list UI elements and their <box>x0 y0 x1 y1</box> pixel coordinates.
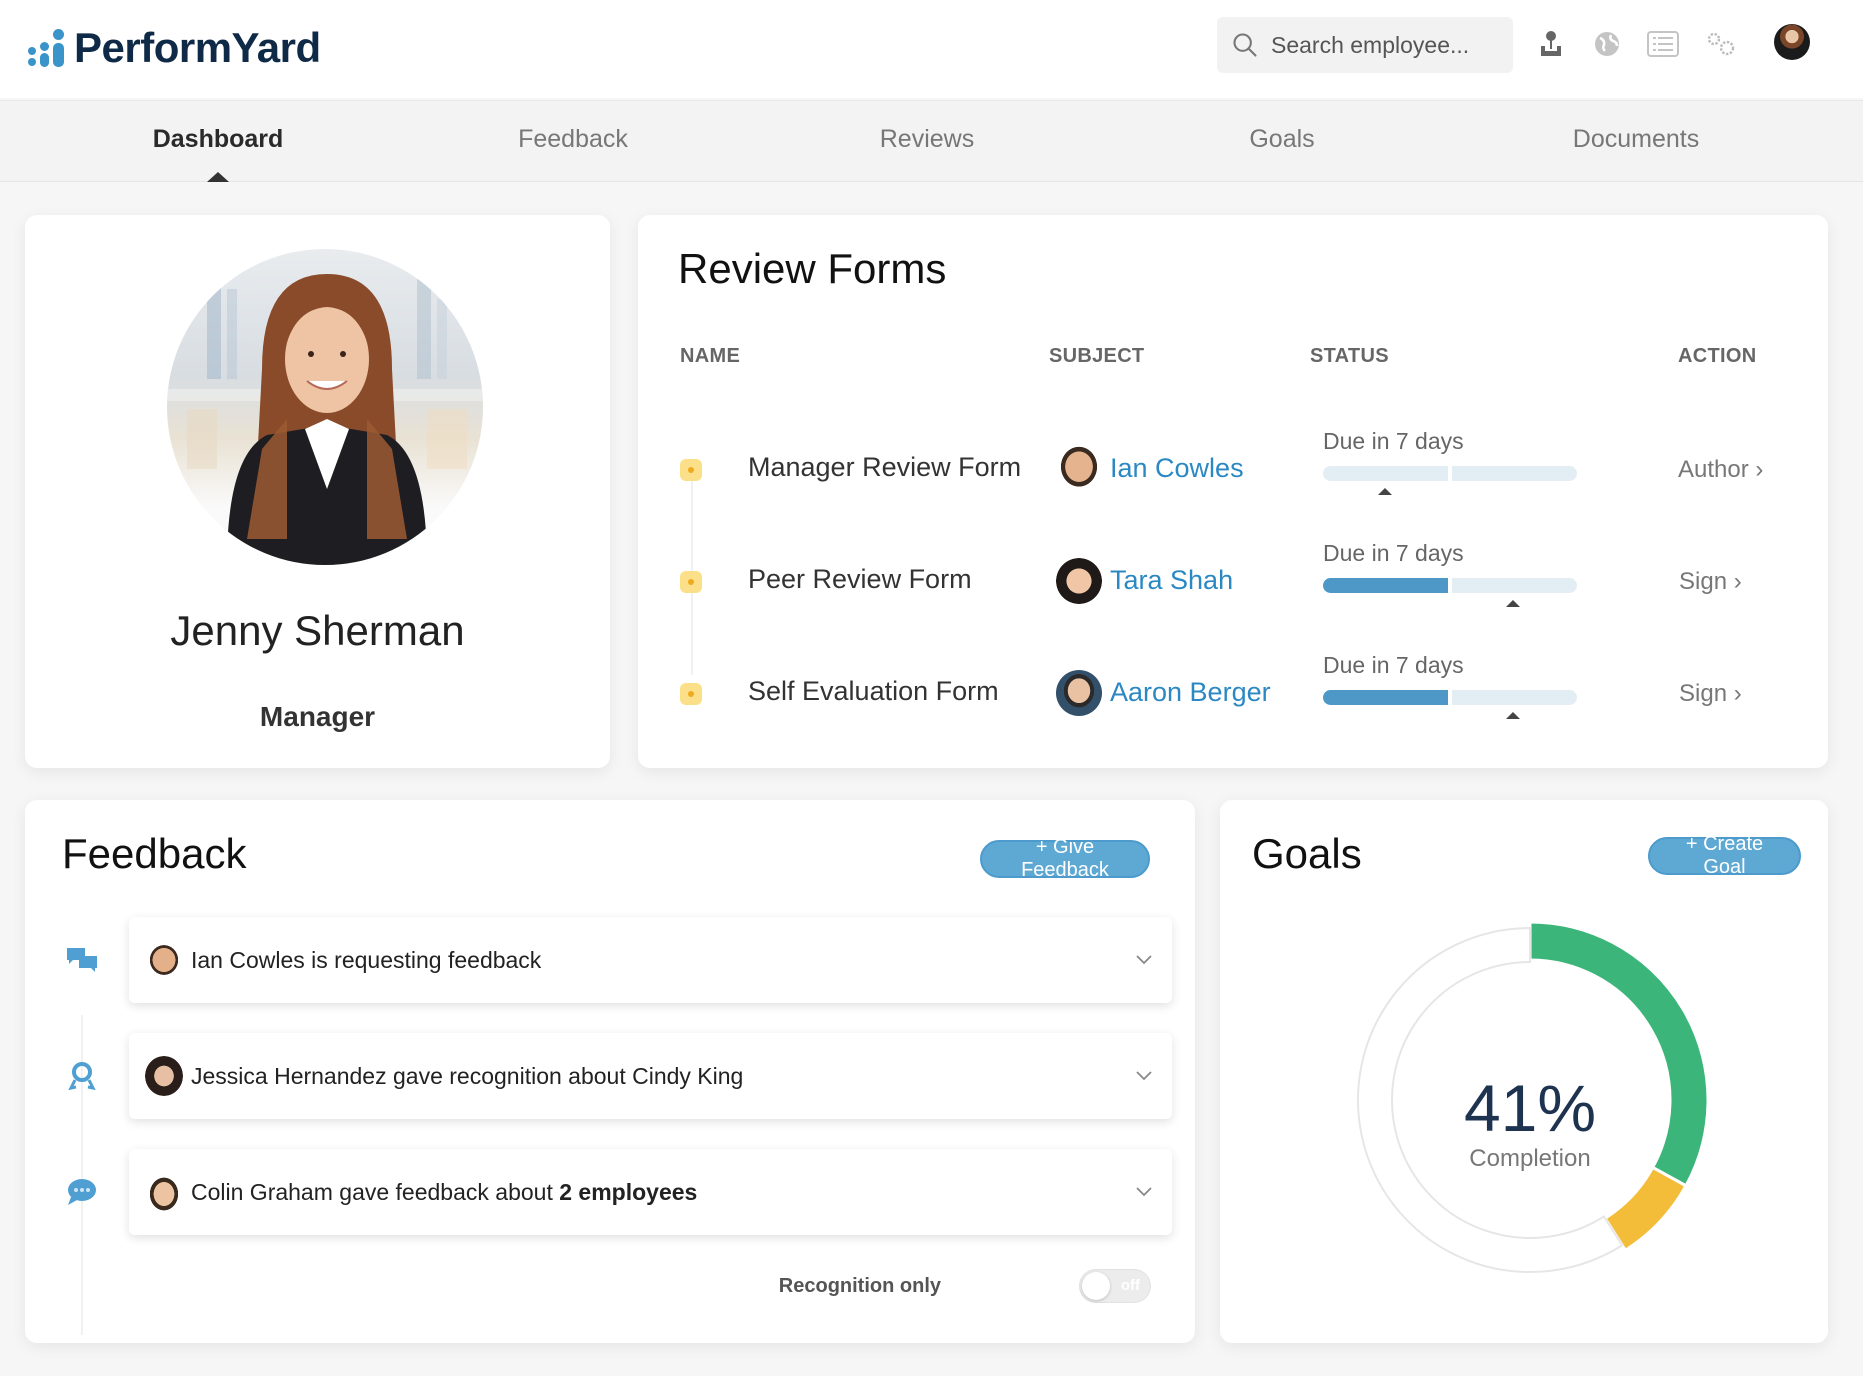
form-name: Peer Review Form <box>748 564 972 594</box>
subject-avatar <box>1056 558 1102 604</box>
tab-feedback[interactable]: Feedback <box>518 125 628 154</box>
profile-role: Manager <box>259 701 376 732</box>
current-step-marker-icon <box>1506 712 1520 719</box>
form-name: Manager Review Form <box>748 452 1022 482</box>
goals-donut-chart: 41% Completion <box>1350 920 1710 1280</box>
review-forms-title: Review Forms <box>678 245 947 292</box>
top-header: PerformYard <box>0 0 1863 98</box>
feedback-item-text: Ian Cowles is requesting feedback <box>191 947 542 973</box>
profile-name: Jenny Sherman <box>170 607 465 654</box>
tab-documents[interactable]: Documents <box>1573 125 1699 154</box>
active-tab-indicator-icon <box>207 172 229 182</box>
status-progress-bar <box>1323 578 1577 593</box>
author-action-link[interactable]: Author › <box>1678 456 1763 484</box>
toggle-knob <box>1082 1272 1110 1300</box>
column-header-action: ACTION <box>1678 345 1757 367</box>
progress-segment <box>1323 466 1448 481</box>
give-feedback-button[interactable]: + Give Feedback <box>980 836 1150 881</box>
chevron-down-icon[interactable] <box>1134 1181 1154 1201</box>
feedback-item-text: Jessica Hernandez gave recognition about… <box>191 1063 744 1089</box>
recognition-only-label: Recognition only <box>778 1275 941 1297</box>
settings-gears-icon[interactable] <box>1705 28 1737 60</box>
search-box[interactable] <box>1217 17 1513 73</box>
current-step-marker-icon <box>1506 600 1520 607</box>
feedback-card: Feedback + Give Feedback Ian Cowles is r… <box>25 800 1195 1343</box>
main-nav: Dashboard Feedback Reviews Goals Documen… <box>0 100 1863 182</box>
column-header-status: STATUS <box>1310 345 1389 367</box>
goals-title: Goals <box>1252 830 1362 877</box>
status-progress-bar <box>1323 690 1577 705</box>
person-avatar <box>145 940 183 980</box>
pending-status-dot-icon <box>680 571 702 593</box>
table-row[interactable]: Self Evaluation Form Aaron Berger Due in… <box>638 652 1828 760</box>
progress-segment <box>1452 690 1577 705</box>
speech-bubble-icon <box>68 1179 96 1205</box>
globe-icon[interactable] <box>1591 28 1623 60</box>
search-input[interactable] <box>1271 31 1491 59</box>
tab-dashboard[interactable]: Dashboard <box>153 125 284 154</box>
feedback-item[interactable]: Colin Graham gave feedback about 2 emplo… <box>129 1149 1172 1235</box>
completion-percent: 41% <box>1463 1071 1597 1145</box>
person-avatar <box>145 1172 183 1212</box>
pending-status-dot-icon <box>680 683 702 705</box>
sign-action-link[interactable]: Sign › <box>1679 568 1742 596</box>
subject-avatar <box>1056 446 1102 492</box>
chat-bubbles-icon <box>67 948 97 972</box>
sign-action-link[interactable]: Sign › <box>1679 680 1742 708</box>
subject-avatar <box>1056 670 1102 716</box>
completion-label: Completion <box>1469 1145 1591 1172</box>
form-name: Self Evaluation Form <box>748 676 999 706</box>
pending-status-dot-icon <box>680 459 702 481</box>
subject-link[interactable]: Tara Shah <box>1110 565 1233 596</box>
tab-reviews[interactable]: Reviews <box>880 125 974 154</box>
subject-link[interactable]: Aaron Berger <box>1110 677 1271 708</box>
feedback-item[interactable]: Jessica Hernandez gave recognition about… <box>129 1033 1172 1119</box>
create-goal-button[interactable]: + Create Goal <box>1648 833 1801 878</box>
tab-goals[interactable]: Goals <box>1249 125 1314 154</box>
table-row[interactable]: Peer Review Form Tara Shah Due in 7 days… <box>638 540 1828 648</box>
feedback-title: Feedback <box>62 830 247 877</box>
logo[interactable]: PerformYard <box>28 24 321 72</box>
logo-text: PerformYard <box>74 24 321 71</box>
goals-card: Goals + Create Goal 41% Completion <box>1220 800 1828 1343</box>
profile-card: Jenny Sherman Manager <box>25 215 610 768</box>
current-step-marker-icon <box>1378 488 1392 495</box>
award-ribbon-icon <box>68 1062 96 1091</box>
org-chart-icon[interactable] <box>1535 28 1567 60</box>
progress-segment-filled <box>1323 690 1448 705</box>
logo-mark-icon <box>28 27 70 69</box>
progress-segment <box>1452 466 1577 481</box>
profile-photo <box>167 249 483 565</box>
status-due: Due in 7 days <box>1323 428 1464 454</box>
person-avatar <box>145 1056 183 1096</box>
table-row[interactable]: Manager Review Form Ian Cowles Due in 7 … <box>638 428 1828 536</box>
toggle-state-label: off <box>1120 1277 1140 1294</box>
review-forms-card: Review Forms NAME SUBJECT STATUS ACTION … <box>638 215 1828 768</box>
chevron-down-icon[interactable] <box>1134 949 1154 969</box>
feedback-item[interactable]: Ian Cowles is requesting feedback <box>129 917 1172 1003</box>
progress-segment <box>1452 578 1577 593</box>
status-progress-bar <box>1323 466 1577 481</box>
user-avatar[interactable] <box>1774 24 1810 60</box>
list-icon[interactable] <box>1647 28 1679 60</box>
feedback-item-text-bold: 2 employees <box>559 1179 698 1205</box>
status-due: Due in 7 days <box>1323 652 1464 678</box>
progress-segment-filled <box>1323 578 1448 593</box>
column-header-subject: SUBJECT <box>1049 345 1145 367</box>
chevron-down-icon[interactable] <box>1134 1065 1154 1085</box>
search-icon <box>1233 33 1257 57</box>
recognition-only-toggle[interactable]: off <box>1079 1269 1151 1303</box>
feedback-item-text-main: Colin Graham gave feedback about <box>191 1179 560 1205</box>
column-header-name: NAME <box>680 345 741 367</box>
status-due: Due in 7 days <box>1323 540 1464 566</box>
subject-link[interactable]: Ian Cowles <box>1110 453 1244 484</box>
feedback-item-text: Colin Graham gave feedback about 2 emplo… <box>191 1179 697 1206</box>
